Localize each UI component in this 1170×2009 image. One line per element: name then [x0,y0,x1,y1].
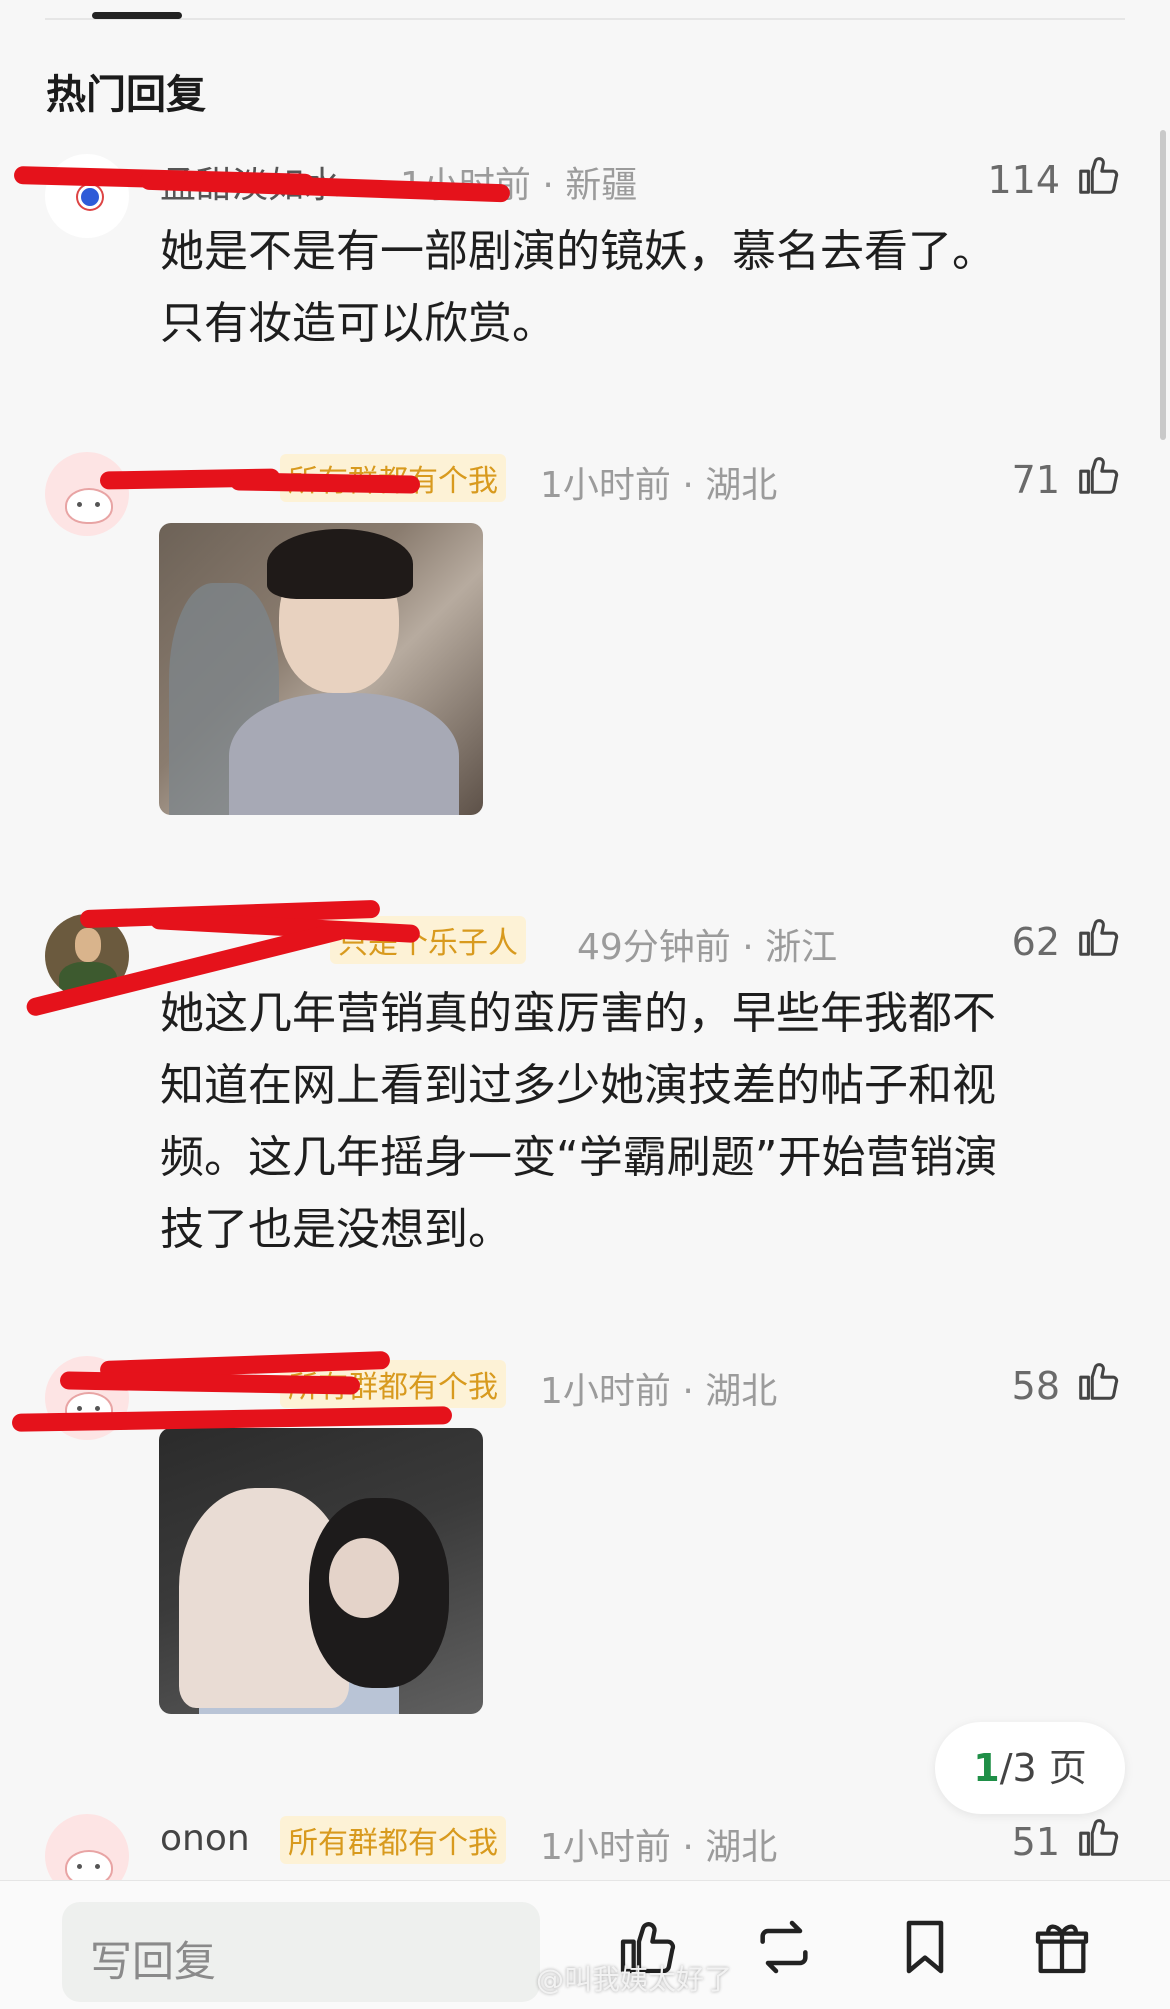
comment-text: 她是不是有一部剧演的镜妖，慕名去看了。 只有妆造可以欣赏。 [160,216,1100,360]
avatar[interactable] [45,452,129,536]
reply-input[interactable]: 写回复 [62,1902,540,2002]
watermark: @叫我姨太好了 [536,1963,733,1996]
thumb-up-icon[interactable] [1075,152,1121,198]
comment-meta: 1小时前 · 湖北 [540,1827,778,1868]
comment-text-line: 她这几年营销真的蛮厉害的，早些年我都不 [160,988,996,1039]
comment-text-line: 只有妆造可以欣赏。 [160,298,556,349]
user-tag: 所有群都有个我 [280,1816,506,1864]
like-count: 71 [1011,458,1060,502]
comment-meta: 1小时前 · 湖北 [540,465,778,506]
comment-image[interactable] [159,1428,483,1714]
comment-meta: 49分钟前 · 浙江 [577,927,838,968]
comment-text-line: 她是不是有一部剧演的镜妖，慕名去看了。 [160,226,996,277]
like-count: 58 [1011,1364,1060,1408]
comment-image[interactable] [159,523,483,815]
comment-text: 她这几年营销真的蛮厉害的，早些年我都不 知道在网上看到过多少她演技差的帖子和视 … [160,978,1100,1266]
reply-placeholder: 写回复 [90,1937,217,1986]
username[interactable]: onon [160,1818,250,1859]
gift-icon[interactable] [1030,1915,1094,1979]
current-page: 1 [973,1746,1000,1790]
repost-icon[interactable] [752,1915,816,1979]
like-count: 51 [1011,1820,1060,1864]
avatar-face [65,488,113,524]
page-indicator[interactable]: 1/3 页 [935,1722,1125,1814]
comment-meta: 1小时前 · 湖北 [540,1371,778,1412]
like-count: 62 [1011,920,1060,964]
comment-text-line: 频。这几年摇身一变“学霸刷题”开始营销演 [160,1132,998,1183]
avatar-badge [78,185,102,209]
tab-indicator [92,12,182,19]
thumb-up-icon[interactable] [1075,1358,1121,1404]
like-count: 114 [987,158,1060,202]
thumb-up-icon[interactable] [1075,452,1121,498]
comment-text-line: 知道在网上看到过多少她演技差的帖子和视 [160,1060,996,1111]
page-total: /3 页 [999,1746,1087,1790]
thumb-up-icon[interactable] [1075,914,1121,960]
bookmark-icon[interactable] [893,1915,957,1979]
thumb-up-icon[interactable] [1075,1814,1121,1860]
section-title: 热门回复 [46,72,206,118]
comment-text-line: 技了也是没想到。 [160,1204,512,1255]
top-divider [45,18,1125,20]
scrollbar[interactable] [1160,130,1166,440]
redaction-mark [229,472,421,494]
